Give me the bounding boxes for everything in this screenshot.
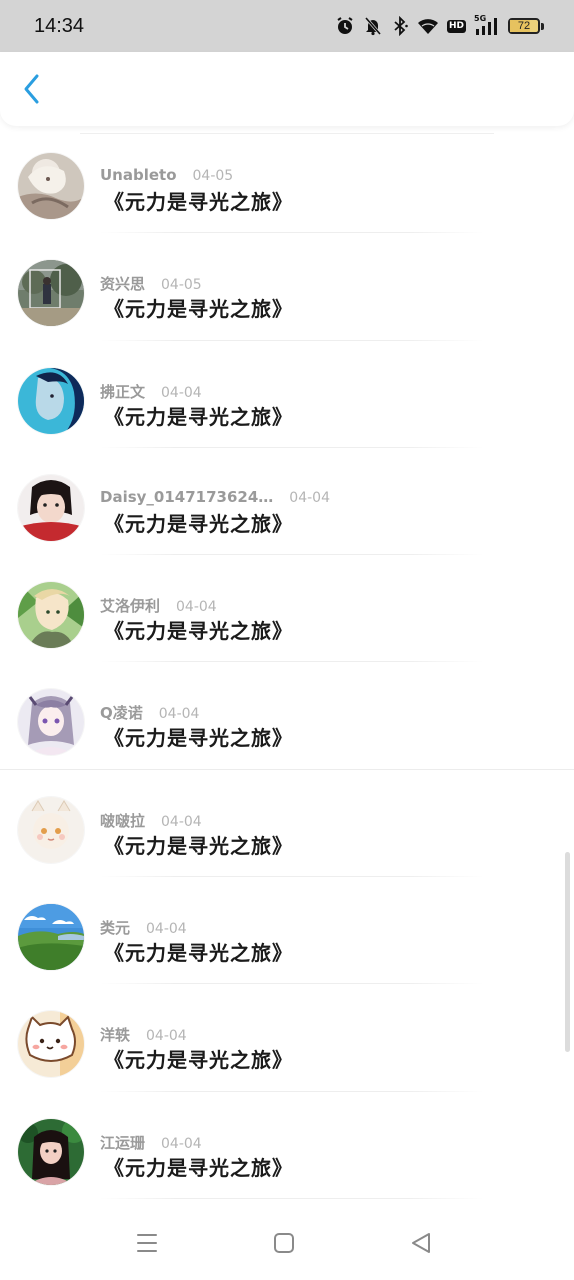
username[interactable]: 洋轶 <box>100 1024 130 1045</box>
item-title: 《元力是寻光之旅》 <box>104 297 293 322</box>
menu-icon <box>135 1231 159 1259</box>
alarm-icon <box>335 16 355 36</box>
list-item[interactable]: 江运珊 04-04 《元力是寻光之旅》 <box>0 1092 574 1200</box>
list-item[interactable]: 艾洛伊利 04-04 《元力是寻光之旅》 <box>0 555 574 663</box>
battery-label: 72 <box>517 20 531 32</box>
username[interactable]: 类元 <box>100 917 130 938</box>
username[interactable]: 艾洛伊利 <box>100 595 160 616</box>
username[interactable]: 资兴思 <box>100 273 145 294</box>
avatar[interactable] <box>18 904 84 971</box>
item-meta: 江运珊 04-04 <box>100 1132 202 1153</box>
chevron-left-icon <box>22 73 42 109</box>
header <box>0 52 574 126</box>
avatar[interactable] <box>18 153 84 219</box>
date: 04-04 <box>161 813 202 830</box>
item-title: 《元力是寻光之旅》 <box>104 941 293 966</box>
date: 04-05 <box>192 168 234 184</box>
system-nav-bar <box>0 1210 574 1280</box>
avatar[interactable] <box>18 367 84 434</box>
hd-icon: HD <box>446 19 466 33</box>
list-item[interactable]: Unableto 04-05 《元力是寻光之旅》 <box>0 126 574 234</box>
status-bar: 14:34 HD 5G 72 <box>0 0 574 52</box>
item-title: 《元力是寻光之旅》 <box>104 619 293 644</box>
list-item[interactable]: 洋轶 04-04 《元力是寻光之旅》 <box>0 984 574 1092</box>
home-button[interactable] <box>271 1232 297 1258</box>
username[interactable]: Q凌诺 <box>100 702 143 723</box>
list-item[interactable]: 啵啵拉 04-04 《元力是寻光之旅》 <box>0 770 574 878</box>
item-meta: 资兴思 04-05 <box>100 273 202 294</box>
item-meta: Q凌诺 04-04 <box>100 702 199 723</box>
list-item[interactable]: Daisy_0147173624… 04-04 《元力是寻光之旅》 <box>0 448 574 556</box>
avatar[interactable] <box>18 689 84 756</box>
item-title: 《元力是寻光之旅》 <box>104 833 293 858</box>
wifi-icon <box>417 17 439 35</box>
avatar[interactable] <box>18 1118 84 1185</box>
avatar[interactable] <box>18 474 84 541</box>
menu-button[interactable] <box>134 1232 160 1258</box>
date: 04-04 <box>176 599 217 616</box>
username[interactable]: 拂正文 <box>100 381 145 402</box>
date: 04-04 <box>161 1135 202 1152</box>
avatar[interactable] <box>18 1011 84 1078</box>
item-title: 《元力是寻光之旅》 <box>104 511 293 536</box>
item-meta: 洋轶 04-04 <box>100 1024 187 1045</box>
battery-icon: 72 <box>508 18 544 34</box>
username[interactable]: Unableto <box>100 166 177 184</box>
list-item[interactable]: 资兴思 04-05 《元力是寻光之旅》 <box>0 233 574 341</box>
date: 04-04 <box>158 706 200 723</box>
user-list[interactable]: Unableto 04-05 《元力是寻光之旅》 资兴思 04-05 《元力是寻光之旅》拂… <box>0 126 574 1210</box>
item-title: 《元力是寻光之旅》 <box>104 726 293 751</box>
item-meta: Unableto 04-05 <box>100 166 233 184</box>
scrollbar[interactable] <box>565 852 570 1052</box>
date: 04-04 <box>161 384 202 401</box>
date: 04-04 <box>289 489 330 506</box>
username[interactable]: 江运珊 <box>100 1132 145 1153</box>
item-meta: 艾洛伊利 04-04 <box>100 595 217 616</box>
back-button[interactable] <box>16 74 48 108</box>
list-item[interactable]: 拂正文 04-04 《元力是寻光之旅》 <box>0 341 574 449</box>
date: 04-04 <box>146 1028 187 1045</box>
status-time: 14:34 <box>34 14 85 37</box>
back-triangle-icon <box>409 1231 433 1259</box>
username[interactable]: Daisy_0147173624… <box>100 488 273 506</box>
item-title: 《元力是寻光之旅》 <box>104 404 293 429</box>
network-label: 5G <box>474 14 487 23</box>
status-icons: HD 5G 72 <box>335 14 544 36</box>
item-title: 《元力是寻光之旅》 <box>104 1155 293 1180</box>
item-meta: 拂正文 04-04 <box>100 381 202 402</box>
avatar[interactable] <box>18 582 84 649</box>
item-meta: Daisy_0147173624… 04-04 <box>100 488 330 506</box>
back-nav-button[interactable] <box>408 1232 434 1258</box>
date: 04-05 <box>161 277 202 294</box>
item-meta: 类元 04-04 <box>100 917 187 938</box>
signal-5g-icon: 5G <box>474 14 500 36</box>
list-item[interactable]: Q凌诺 04-04 《元力是寻光之旅》 <box>0 662 574 771</box>
item-meta: 啵啵拉 04-04 <box>100 810 202 831</box>
item-title: 《元力是寻光之旅》 <box>104 190 293 214</box>
avatar[interactable] <box>18 796 84 863</box>
item-title: 《元力是寻光之旅》 <box>104 1048 293 1073</box>
avatar[interactable] <box>18 260 84 327</box>
username[interactable]: 啵啵拉 <box>100 810 145 831</box>
list-item[interactable]: 类元 04-04 《元力是寻光之旅》 <box>0 877 574 985</box>
mute-icon <box>363 16 383 36</box>
home-icon <box>272 1231 296 1259</box>
bluetooth-icon <box>391 16 409 36</box>
date: 04-04 <box>146 921 187 938</box>
